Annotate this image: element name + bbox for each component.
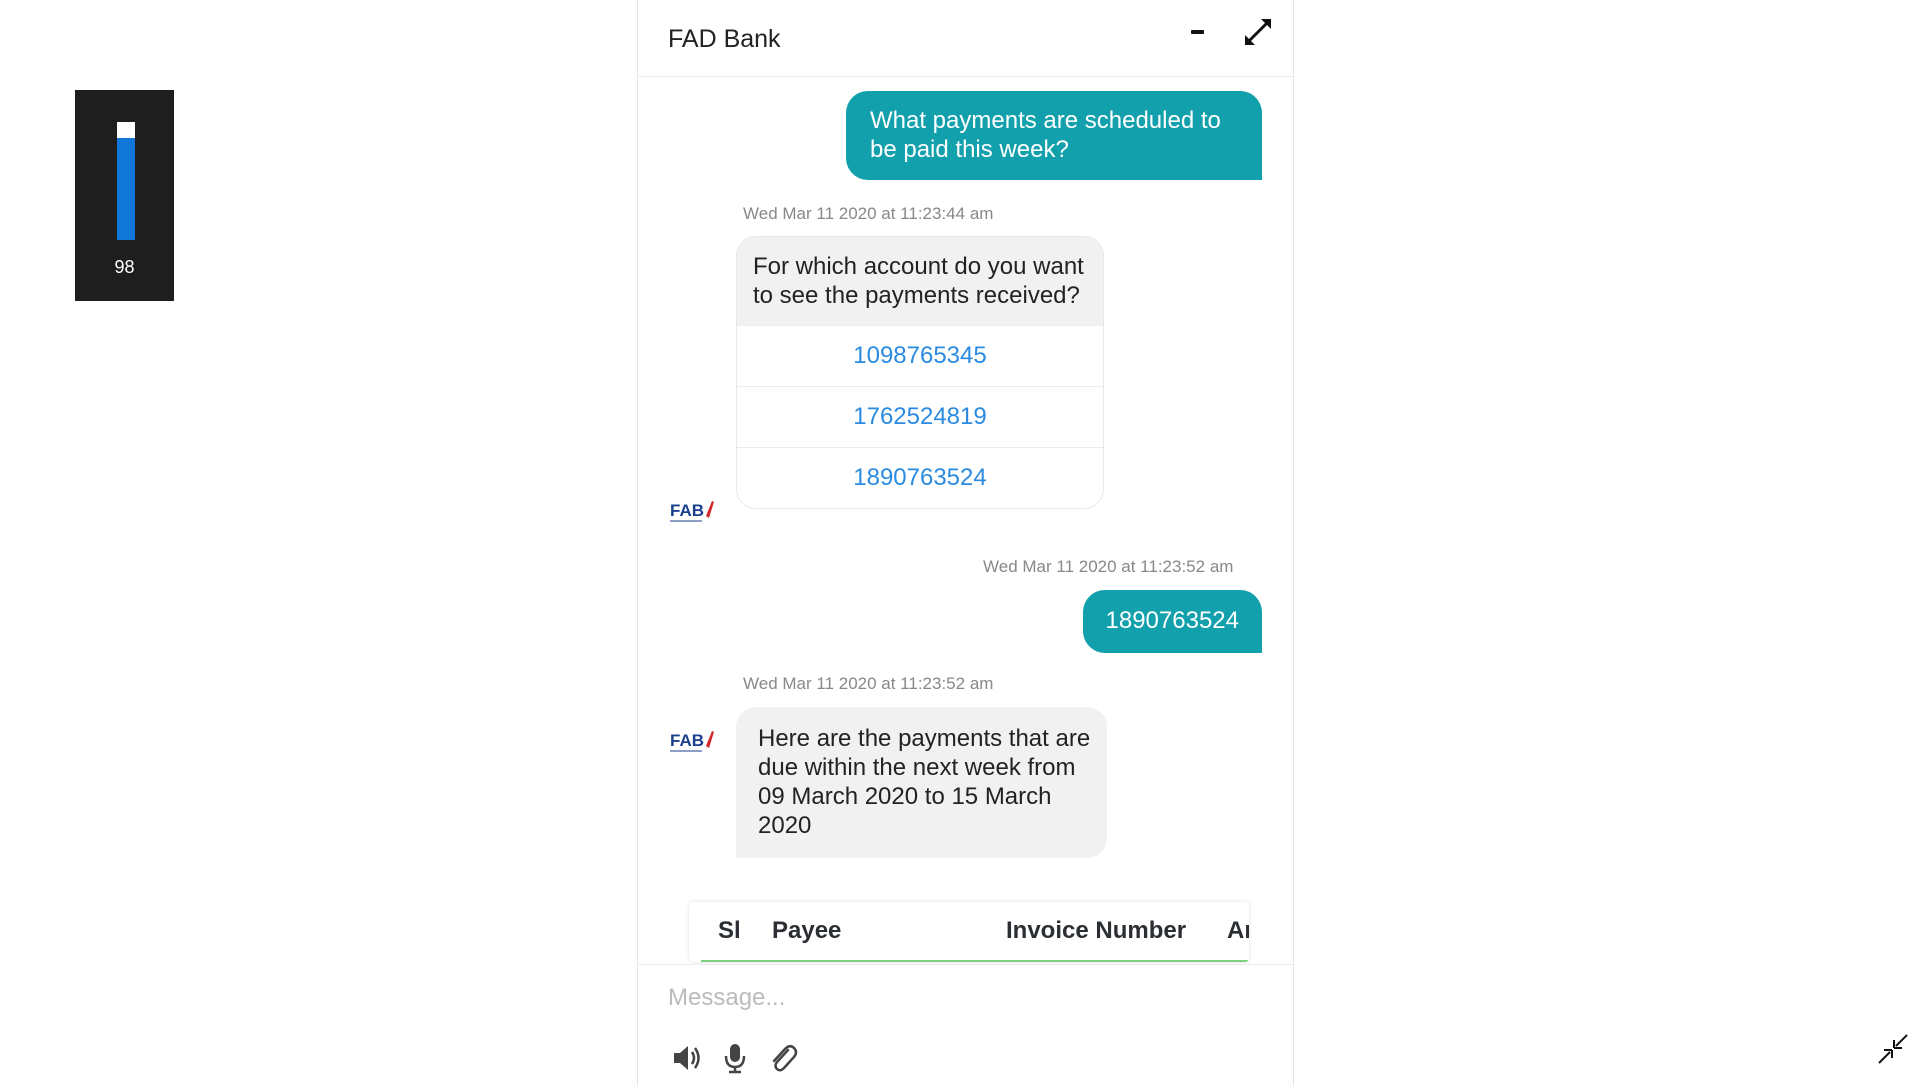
avatar-logo-text: FAB (670, 501, 704, 520)
account-option[interactable]: 1890763524 (737, 447, 1103, 508)
message-timestamp: Wed Mar 11 2020 at 11:23:44 am (743, 204, 994, 223)
bot-avatar: FAB (670, 731, 714, 752)
microphone-icon[interactable] (718, 1041, 752, 1075)
message-composer (638, 964, 1293, 1087)
bot-avatar: FAB (670, 501, 714, 522)
table-header-cell: Sl (718, 917, 741, 944)
paperclip-icon[interactable] (766, 1041, 800, 1075)
volume-value: 98 (114, 257, 135, 277)
expand-button[interactable] (1238, 12, 1278, 52)
account-option[interactable]: 1762524819 (737, 386, 1103, 447)
account-option[interactable]: 1098765345 (737, 325, 1103, 386)
table-header-cell: Invoice Number (1006, 917, 1187, 944)
chat-header: FAD Bank (638, 0, 1293, 77)
table-header-row: Sl Payee Invoice Number Am (701, 902, 1249, 962)
table-header-cell: Payee (772, 917, 842, 944)
chat-panel: FAD Bank What payments are scheduled to … (637, 0, 1294, 1086)
expand-icon (1245, 19, 1271, 45)
payments-table[interactable]: Sl Payee Invoice Number Am (689, 902, 1249, 962)
user-message-text: 1890763524 (1105, 607, 1239, 634)
bot-message-text: For which account do you want to see the… (737, 237, 1103, 325)
volume-widget[interactable]: 98 (75, 90, 174, 301)
bot-message-text: Here are the payments that are due withi… (758, 725, 1091, 839)
minimize-button[interactable] (1178, 12, 1218, 52)
minimize-icon (1191, 30, 1204, 34)
bot-account-prompt: For which account do you want to see the… (736, 236, 1104, 509)
speaker-icon[interactable] (670, 1041, 704, 1075)
table-header-cell: Am (1227, 917, 1249, 944)
message-timestamp: Wed Mar 11 2020 at 11:23:52 am (743, 674, 994, 693)
collapse-icon[interactable] (1876, 1032, 1910, 1066)
avatar-logo-text: FAB (670, 731, 704, 750)
bot-message: Here are the payments that are due withi… (736, 707, 1107, 858)
message-timestamp: Wed Mar 11 2020 at 11:23:52 am (983, 557, 1234, 576)
user-message: 1890763524 (1082, 590, 1262, 653)
chat-title: FAD Bank (668, 25, 781, 53)
volume-slider[interactable] (117, 122, 135, 240)
message-input[interactable] (666, 979, 1250, 1017)
user-message-text: What payments are scheduled to be paid t… (870, 107, 1221, 163)
volume-level-fill (117, 138, 135, 240)
user-message: What payments are scheduled to be paid t… (846, 91, 1262, 180)
